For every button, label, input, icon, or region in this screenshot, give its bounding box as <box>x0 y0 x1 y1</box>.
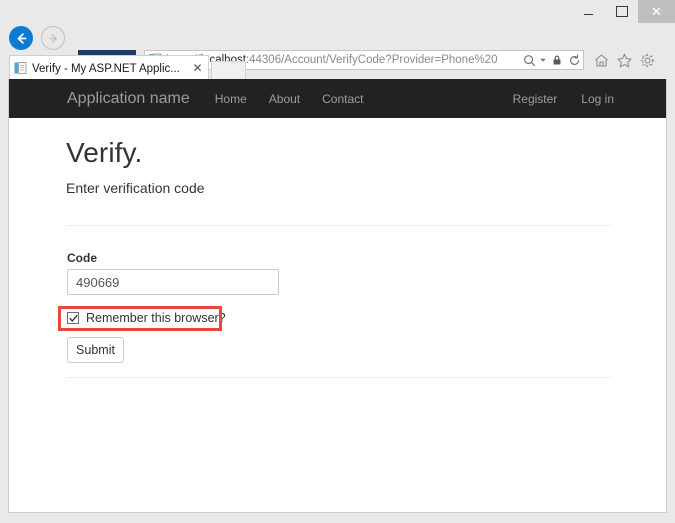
page-title: Verify. <box>66 137 143 168</box>
forward-button[interactable] <box>41 26 65 50</box>
tab-title: Verify - My ASP.NET Applic... <box>32 62 180 75</box>
nav-link-about[interactable]: About <box>269 92 300 106</box>
tab-close-icon[interactable]: ✕ <box>191 62 204 75</box>
code-input[interactable] <box>67 269 279 295</box>
navbar-right-links: Register Log in <box>513 79 614 118</box>
nav-link-register[interactable]: Register <box>513 92 558 106</box>
code-label: Code <box>67 251 97 265</box>
tab-favicon-icon <box>14 62 27 75</box>
divider-bottom <box>66 377 612 378</box>
title-bar: ✕ <box>0 0 675 23</box>
tab-strip: Verify - My ASP.NET Applic... ✕ <box>0 53 675 81</box>
page-viewport: Application name Home About Contact Regi… <box>8 79 667 513</box>
divider-top <box>66 225 612 226</box>
back-button[interactable] <box>9 26 33 50</box>
navbar-brand[interactable]: Application name <box>67 90 190 108</box>
checkmark-icon <box>68 314 78 322</box>
remember-browser-checkbox[interactable] <box>67 312 79 324</box>
nav-link-login[interactable]: Log in <box>581 92 614 106</box>
navbar-left-links: Home About Contact <box>215 92 364 106</box>
tab-verify[interactable]: Verify - My ASP.NET Applic... ✕ <box>9 55 209 81</box>
nav-link-contact[interactable]: Contact <box>322 92 363 106</box>
minimize-button[interactable] <box>572 0 605 23</box>
close-window-button[interactable]: ✕ <box>638 0 675 23</box>
minimize-icon <box>584 14 593 15</box>
submit-button[interactable]: Submit <box>67 337 124 363</box>
maximize-icon <box>615 6 628 17</box>
arrow-left-icon <box>17 32 26 44</box>
arrow-right-icon <box>48 33 57 43</box>
browser-toolbar: InPrivate https://localhost:44306/Accoun… <box>0 23 675 70</box>
new-tab-button[interactable] <box>211 61 246 81</box>
site-navbar: Application name Home About Contact Regi… <box>9 79 666 118</box>
close-icon: ✕ <box>651 4 662 19</box>
page-subtitle: Enter verification code <box>66 180 205 196</box>
browser-window: ✕ InPrivate <box>0 0 675 523</box>
remember-browser-label: Remember this browser? <box>86 310 226 325</box>
remember-browser-row[interactable]: Remember this browser? <box>67 307 226 329</box>
maximize-button[interactable] <box>605 0 638 23</box>
nav-link-home[interactable]: Home <box>215 92 247 106</box>
